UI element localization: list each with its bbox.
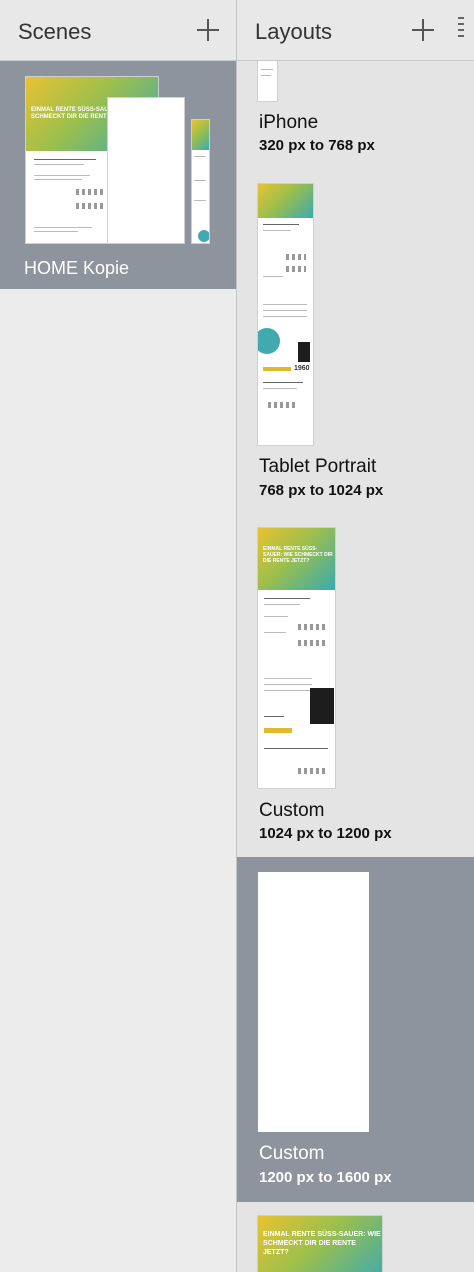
scenes-panel: Scenes EINMAL RENTE SÜSS-SAUER: WIE SCHM…	[0, 0, 236, 1272]
layout-name: Tablet Portrait	[259, 456, 377, 477]
panel-menu-grip-icon[interactable]	[456, 17, 466, 47]
scene-thumbnail-phone	[192, 120, 209, 243]
layout-thumbnail-tablet-portrait: 1960	[258, 184, 313, 445]
layout-range: 768 px to 1024 px	[259, 482, 384, 499]
layout-range: 1024 px to 1200 px	[259, 825, 392, 842]
layouts-panel: iPhone 320 px to 768 px 1960 Tablet Port…	[237, 0, 474, 1272]
layout-item-custom-1024[interactable]: EINMAL RENTE SÜSS-SAUER: WIE SCHMECKT DI…	[237, 509, 474, 857]
layout-range: 320 px to 768 px	[259, 137, 375, 154]
layout-name: Custom	[259, 800, 325, 821]
scene-thumbnail-tablet	[108, 98, 184, 243]
scenes-header: Scenes	[0, 0, 236, 61]
layout-item-custom-1200[interactable]: Custom 1200 px to 1600 px	[237, 857, 474, 1202]
thumbnail-headline: EINMAL RENTE SÜSS-SAUER: WIE SCHMECKT DI…	[263, 546, 333, 564]
scene-item-home-kopie[interactable]: EINMAL RENTE SÜSS-SAUER: WIE SCHMECKT DI…	[0, 61, 236, 289]
layout-thumbnail-custom-1024: EINMAL RENTE SÜSS-SAUER: WIE SCHMECKT DI…	[258, 528, 335, 788]
layouts-header: Layouts	[237, 0, 474, 61]
layout-thumbnail-partial: EINMAL RENTE SÜSS-SAUER: WIE SCHMECKT DI…	[258, 1216, 382, 1272]
layout-item-iphone[interactable]: iPhone 320 px to 768 px	[237, 51, 474, 169]
add-layout-plus-icon[interactable]	[411, 18, 435, 42]
layout-name: iPhone	[259, 112, 319, 133]
scenes-title: Scenes	[18, 19, 92, 44]
thumbnail-headline: EINMAL RENTE SÜSS-SAUER: WIE SCHMECKT DI…	[263, 1231, 381, 1256]
scene-label: HOME Kopie	[24, 258, 130, 278]
layouts-title: Layouts	[255, 19, 333, 44]
layout-item-tablet-portrait[interactable]: 1960 Tablet Portrait 768 px to 1024 px	[237, 169, 474, 509]
layout-item-partial[interactable]: EINMAL RENTE SÜSS-SAUER: WIE SCHMECKT DI…	[237, 1202, 474, 1272]
add-scene-plus-icon[interactable]	[196, 18, 220, 42]
layout-thumbnail-custom-1200	[258, 872, 369, 1132]
layout-name: Custom	[259, 1143, 325, 1164]
layout-range: 1200 px to 1600 px	[259, 1169, 392, 1186]
thumbnail-year: 1960	[294, 365, 310, 372]
